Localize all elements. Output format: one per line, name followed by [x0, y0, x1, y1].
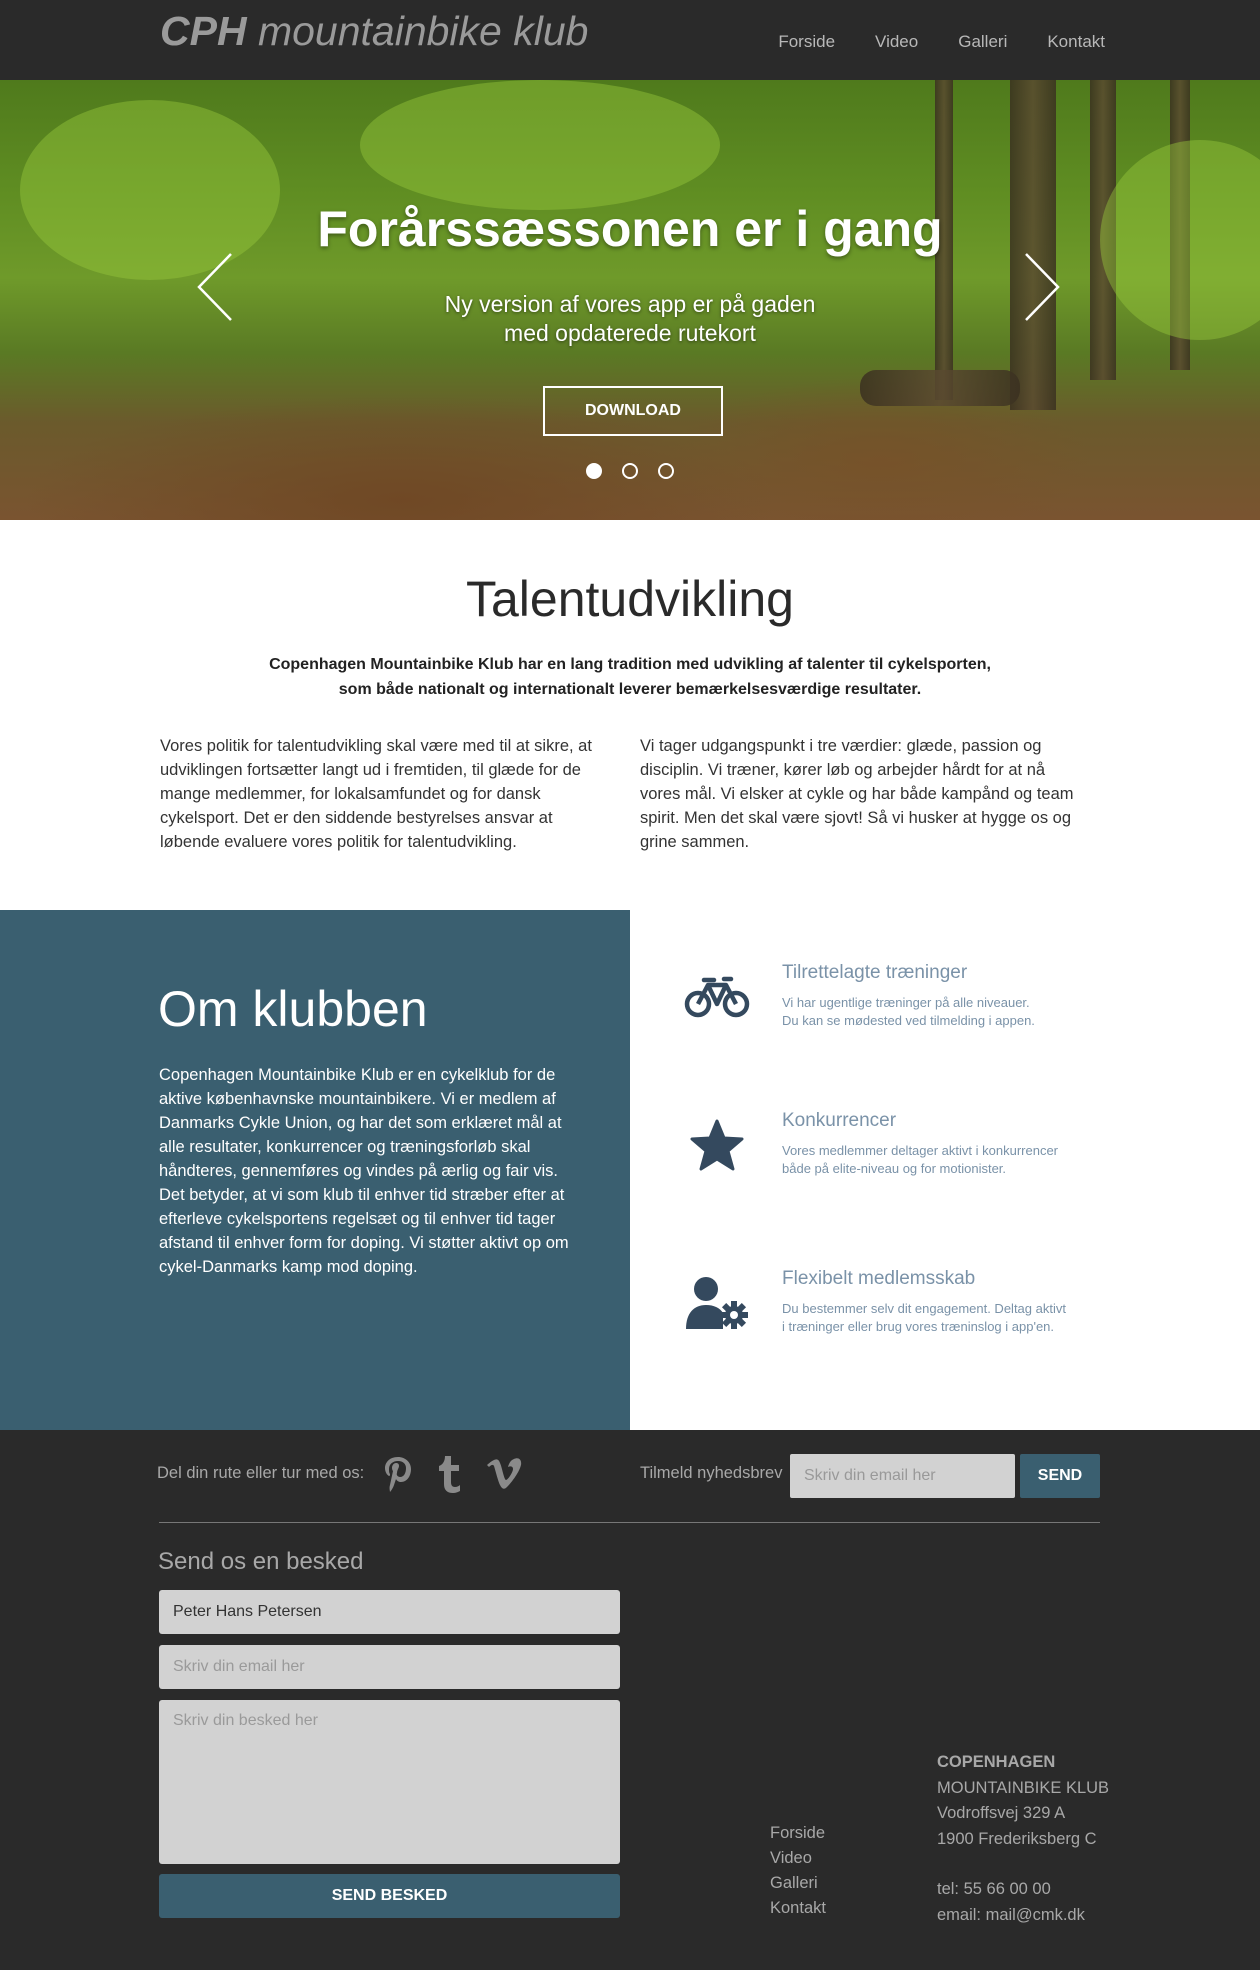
feature-title: Tilrettelagte træninger [782, 962, 968, 983]
feature-title: Flexibelt medlemsskab [782, 1268, 976, 1289]
contact-city: 1900 Frederiksberg C [937, 1829, 1097, 1848]
feature-text: Vores medlemmer deltager aktivt i konkur… [782, 1142, 1102, 1178]
features-section: Tilrettelagte træninger Vi har ugentlige… [630, 910, 1260, 1430]
about-section: Om klubben Copenhagen Mountainbike Klub … [0, 910, 630, 1430]
carousel-next-arrow-icon[interactable] [1022, 252, 1062, 322]
star-icon [682, 1110, 752, 1180]
feature-text-line: Du kan se mødested ved tilmelding i appe… [782, 1013, 1035, 1028]
footer-link-forside[interactable]: Forside [770, 1823, 826, 1844]
about-text: Copenhagen Mountainbike Klub er en cykel… [159, 1066, 569, 1276]
hero-subtitle-line: med opdaterede rutekort [504, 320, 756, 346]
tumblr-icon[interactable] [429, 1452, 469, 1496]
message-form-title: Send os en besked [158, 1548, 364, 1575]
talent-lead-line: som både nationalt og internationalt lev… [338, 681, 922, 698]
site-footer: Del din rute eller tur med os: Tilmeld n… [0, 1430, 1260, 1970]
feature-text-line: Vi har ugentlige træninger på alle nivea… [782, 995, 1030, 1010]
carousel-dot[interactable] [586, 463, 602, 479]
nav-video[interactable]: Video [875, 32, 918, 52]
pinterest-icon[interactable] [378, 1452, 418, 1496]
hero-subtitle-line: Ny version af vores app er på gaden [444, 291, 816, 317]
newsletter-label: Tilmeld nyhedsbrev [640, 1464, 783, 1482]
name-field[interactable] [159, 1590, 620, 1634]
share-label: Del din rute eller tur med os: [157, 1464, 365, 1482]
nav-kontakt[interactable]: Kontakt [1047, 32, 1105, 52]
site-logo[interactable]: CPH mountainbike klub [160, 8, 588, 55]
footer-divider [159, 1522, 1100, 1523]
download-button[interactable]: DOWNLOAD [543, 386, 723, 436]
feature-title: Konkurrencer [782, 1110, 897, 1131]
email-field[interactable] [159, 1645, 620, 1689]
about-title: Om klubben [158, 981, 428, 1037]
newsletter-email-input[interactable] [790, 1454, 1015, 1498]
carousel-dot[interactable] [622, 463, 638, 479]
feature-text: Du bestemmer selv dit engagement. Deltag… [782, 1300, 1102, 1336]
logo-bold: CPH [160, 8, 247, 54]
footer-link-galleri[interactable]: Galleri [770, 1873, 826, 1894]
logo-text: mountainbike klub [246, 8, 589, 54]
feature-item: Konkurrencer Vores medlemmer deltager ak… [630, 1110, 1260, 1200]
talent-column-1: Vores politik for talentudvikling skal v… [160, 737, 592, 851]
talent-lead: Copenhagen Mountainbike Klub har en lang… [230, 652, 1030, 702]
feature-item: Tilrettelagte træninger Vi har ugentlige… [630, 962, 1260, 1052]
feature-text-line: Vores medlemmer deltager aktivt i konkur… [782, 1143, 1059, 1158]
carousel-indicators [586, 463, 674, 479]
footer-link-video[interactable]: Video [770, 1848, 826, 1869]
hero-subtitle: Ny version af vores app er på gaden med … [330, 290, 930, 348]
carousel-prev-arrow-icon[interactable] [195, 252, 235, 322]
site-header: CPH mountainbike klub Forside Video Gall… [0, 0, 1260, 80]
contact-email[interactable]: email: mail@cmk.dk [937, 1903, 1109, 1929]
contact-name: COPENHAGEN [937, 1753, 1056, 1771]
talent-section: Talentudvikling Copenhagen Mountainbike … [0, 520, 1260, 910]
feature-text: Vi har ugentlige træninger på alle nivea… [782, 994, 1102, 1030]
hero-log [860, 370, 1020, 406]
hero-title: Forårssæssonen er i gang [317, 201, 943, 257]
newsletter-send-button[interactable]: SEND [1020, 1454, 1100, 1498]
contact-info: COPENHAGEN MOUNTAINBIKE KLUB Vodroffsvej… [937, 1750, 1109, 1928]
feature-text-line: Du bestemmer selv dit engagement. Deltag… [782, 1301, 1066, 1316]
carousel-dot[interactable] [658, 463, 674, 479]
nav-forside[interactable]: Forside [778, 32, 835, 52]
contact-spacer [937, 1852, 1109, 1877]
hero-foliage [360, 80, 720, 210]
user-gear-icon [682, 1268, 752, 1338]
feature-text-line: både på elite-niveau og for motionister. [782, 1161, 1007, 1176]
feature-item: Flexibelt medlemsskab Du bestemmer selv … [630, 1268, 1260, 1358]
hero-carousel: Forårssæssonen er i gang Ny version af v… [0, 80, 1260, 520]
vimeo-icon[interactable] [484, 1452, 524, 1496]
footer-nav: Forside Video Galleri Kontakt [770, 1823, 826, 1919]
talent-lead-line: Copenhagen Mountainbike Klub har en lang… [269, 656, 991, 673]
footer-link-kontakt[interactable]: Kontakt [770, 1898, 826, 1919]
bicycle-icon [682, 962, 752, 1032]
message-field[interactable] [159, 1700, 620, 1864]
main-nav: Forside Video Galleri Kontakt [778, 32, 1105, 52]
feature-text-line: i træninger eller brug vores træninslog … [782, 1319, 1055, 1334]
talent-title: Talentudvikling [466, 571, 794, 627]
contact-street: Vodroffsvej 329 A [937, 1804, 1066, 1822]
contact-name-2: MOUNTAINBIKE KLUB [937, 1778, 1110, 1797]
contact-phone[interactable]: tel: 55 66 00 00 [937, 1877, 1109, 1903]
send-message-button[interactable]: SEND BESKED [159, 1874, 620, 1918]
talent-column-2: Vi tager udgangspunkt i tre værdier: glæ… [640, 737, 1074, 851]
nav-galleri[interactable]: Galleri [958, 32, 1007, 52]
